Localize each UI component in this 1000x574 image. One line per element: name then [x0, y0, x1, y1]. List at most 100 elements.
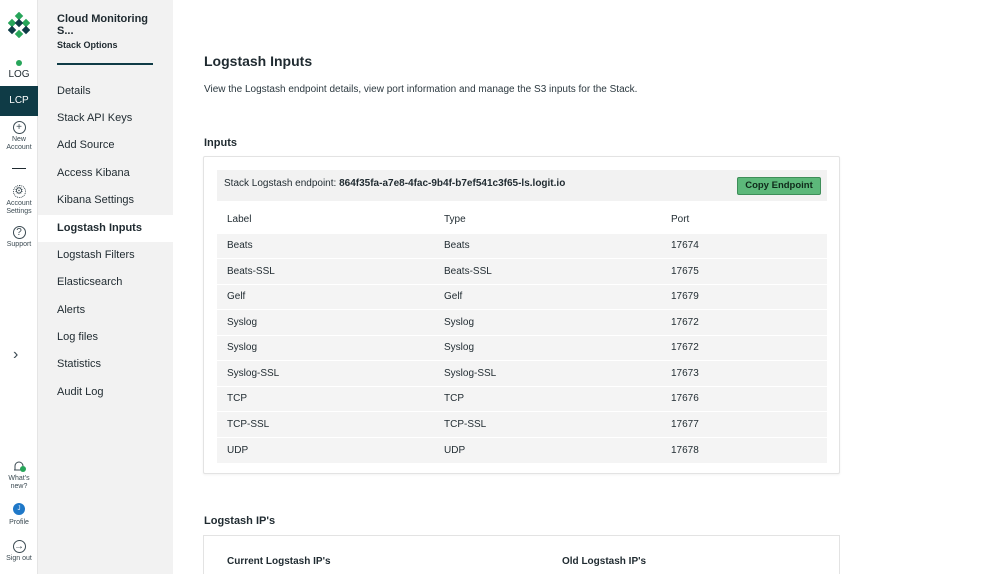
- endpoint-text: Stack Logstash endpoint: 864f35fa-a7e8-4…: [224, 178, 565, 189]
- cell-port: 17672: [671, 309, 827, 335]
- page-title: Logstash Inputs: [204, 53, 313, 69]
- new-account-button[interactable]: + New Account: [0, 121, 38, 152]
- cell-type: Syslog-SSL: [444, 360, 671, 386]
- table-row: Beats-SSL Beats-SSL 17675: [217, 258, 827, 284]
- sign-out-label: Sign out: [6, 555, 32, 562]
- sidebar-item-elasticsearch[interactable]: Elasticsearch: [38, 269, 173, 296]
- inputs-section-title: Inputs: [204, 137, 237, 149]
- inputs-table: Label Type Port Beats Beats 17674 Beats-…: [217, 207, 827, 463]
- sidebar-item-audit-log[interactable]: Audit Log: [38, 379, 173, 406]
- endpoint-bar: Stack Logstash endpoint: 864f35fa-a7e8-4…: [217, 170, 827, 201]
- sidebar-item-access-kibana[interactable]: Access Kibana: [38, 160, 173, 187]
- cell-type: Syslog: [444, 309, 671, 335]
- logstash-ips-section-title: Logstash IP's: [204, 515, 276, 527]
- cell-label: TCP-SSL: [217, 411, 444, 437]
- cell-port: 17679: [671, 283, 827, 310]
- cell-label: Syslog-SSL: [217, 360, 444, 386]
- sidebar-item-logstash-filters[interactable]: Logstash Filters: [38, 242, 173, 269]
- cell-type: UDP: [444, 436, 671, 463]
- profile-button[interactable]: J Profile: [0, 503, 38, 527]
- avatar: J: [13, 503, 25, 515]
- cell-port: 17672: [671, 334, 827, 361]
- rail-log-button[interactable]: LOG: [0, 60, 38, 80]
- account-settings-label-2: Settings: [6, 208, 32, 215]
- table-row: Syslog Syslog 17672: [217, 309, 827, 335]
- stack-options-sidebar: Cloud Monitoring S... Stack Options Deta…: [38, 0, 173, 574]
- rail-lcp-button[interactable]: LCP: [0, 86, 38, 116]
- sidebar-item-alerts[interactable]: Alerts: [38, 297, 173, 324]
- sidebar-item-add-source[interactable]: Add Source: [38, 132, 173, 159]
- cell-type: TCP: [444, 385, 671, 412]
- sidebar-item-logstash-inputs[interactable]: Logstash Inputs: [38, 215, 173, 242]
- rail-divider: [12, 168, 26, 169]
- account-settings-label-1: Account: [6, 200, 32, 207]
- cell-type: TCP-SSL: [444, 411, 671, 437]
- cell-label: Syslog: [217, 334, 444, 361]
- cell-port: 17678: [671, 436, 827, 463]
- stack-name: Cloud Monitoring S...: [57, 13, 149, 37]
- main-content: Logstash Inputs View the Logstash endpoi…: [173, 0, 1000, 574]
- whats-new-label-1: What's: [8, 475, 30, 482]
- sidebar-divider: [57, 63, 153, 65]
- cell-type: Syslog: [444, 334, 671, 361]
- cell-type: Gelf: [444, 283, 671, 310]
- new-account-label-1: New: [11, 136, 26, 143]
- sidebar-item-kibana-settings[interactable]: Kibana Settings: [38, 187, 173, 214]
- sidebar-item-statistics[interactable]: Statistics: [38, 351, 173, 378]
- cell-label: Gelf: [217, 283, 444, 310]
- endpoint-value: 864f35fa-a7e8-4fac-9b4f-b7ef541c3f65-ls.…: [339, 178, 566, 189]
- table-row: Gelf Gelf 17679: [217, 283, 827, 310]
- whats-new-button[interactable]: What's new?: [0, 460, 38, 491]
- inputs-card: Stack Logstash endpoint: 864f35fa-a7e8-4…: [203, 156, 840, 474]
- table-row: TCP TCP 17676: [217, 385, 827, 412]
- cell-type: Beats-SSL: [444, 258, 671, 284]
- column-header-port: Port: [671, 214, 690, 226]
- cell-port: 17673: [671, 360, 827, 386]
- sidebar-item-stack-api-keys[interactable]: Stack API Keys: [38, 105, 173, 132]
- logit-logo-icon[interactable]: [8, 12, 30, 38]
- old-ips-heading: Old Logstash IP's: [562, 556, 647, 567]
- profile-label: Profile: [9, 519, 29, 526]
- cell-label: TCP: [217, 385, 444, 412]
- cell-label: Beats-SSL: [217, 258, 444, 284]
- status-dot-icon: [16, 60, 22, 66]
- column-header-type: Type: [444, 214, 466, 226]
- plus-icon: +: [12, 121, 26, 134]
- page-description: View the Logstash endpoint details, view…: [204, 84, 638, 95]
- table-row: Syslog-SSL Syslog-SSL 17673: [217, 360, 827, 386]
- sidebar-item-details[interactable]: Details: [38, 78, 173, 105]
- question-icon: ?: [12, 226, 26, 239]
- sign-out-icon: →: [12, 540, 26, 553]
- table-row: UDP UDP 17678: [217, 436, 827, 463]
- left-rail: LOG LCP + New Account ⚙ Account Settings…: [0, 0, 38, 574]
- copy-endpoint-button[interactable]: Copy Endpoint: [737, 177, 821, 195]
- current-ips-heading: Current Logstash IP's: [227, 556, 331, 567]
- rail-log-label: LOG: [8, 69, 30, 80]
- whats-new-label-2: new?: [10, 483, 28, 490]
- cell-label: UDP: [217, 436, 444, 463]
- table-row: Syslog Syslog 17672: [217, 334, 827, 361]
- stack-options-heading: Stack Options: [57, 40, 118, 50]
- cell-type: Beats: [444, 232, 671, 259]
- new-account-label-2: Account: [6, 144, 32, 151]
- cell-label: Syslog: [217, 309, 444, 335]
- sign-out-button[interactable]: → Sign out: [0, 540, 38, 563]
- support-label: Support: [6, 241, 32, 248]
- endpoint-label: Stack Logstash endpoint:: [224, 178, 337, 189]
- cell-port: 17675: [671, 258, 827, 284]
- column-header-label: Label: [227, 214, 252, 226]
- cell-port: 17677: [671, 411, 827, 437]
- sidebar-item-log-files[interactable]: Log files: [38, 324, 173, 351]
- table-header-row: Label Type Port: [217, 207, 827, 233]
- support-button[interactable]: ? Support: [0, 226, 38, 249]
- gear-icon: ⚙: [12, 185, 26, 198]
- account-settings-button[interactable]: ⚙ Account Settings: [0, 185, 38, 216]
- table-row: TCP-SSL TCP-SSL 17677: [217, 411, 827, 437]
- logstash-ips-card: Current Logstash IP's Old Logstash IP's: [203, 535, 840, 574]
- expand-chevron-icon[interactable]: ›: [13, 346, 18, 364]
- cell-port: 17676: [671, 385, 827, 412]
- bell-icon: [14, 461, 26, 472]
- table-row: Beats Beats 17674: [217, 232, 827, 259]
- cell-label: Beats: [217, 232, 444, 259]
- cell-port: 17674: [671, 232, 827, 259]
